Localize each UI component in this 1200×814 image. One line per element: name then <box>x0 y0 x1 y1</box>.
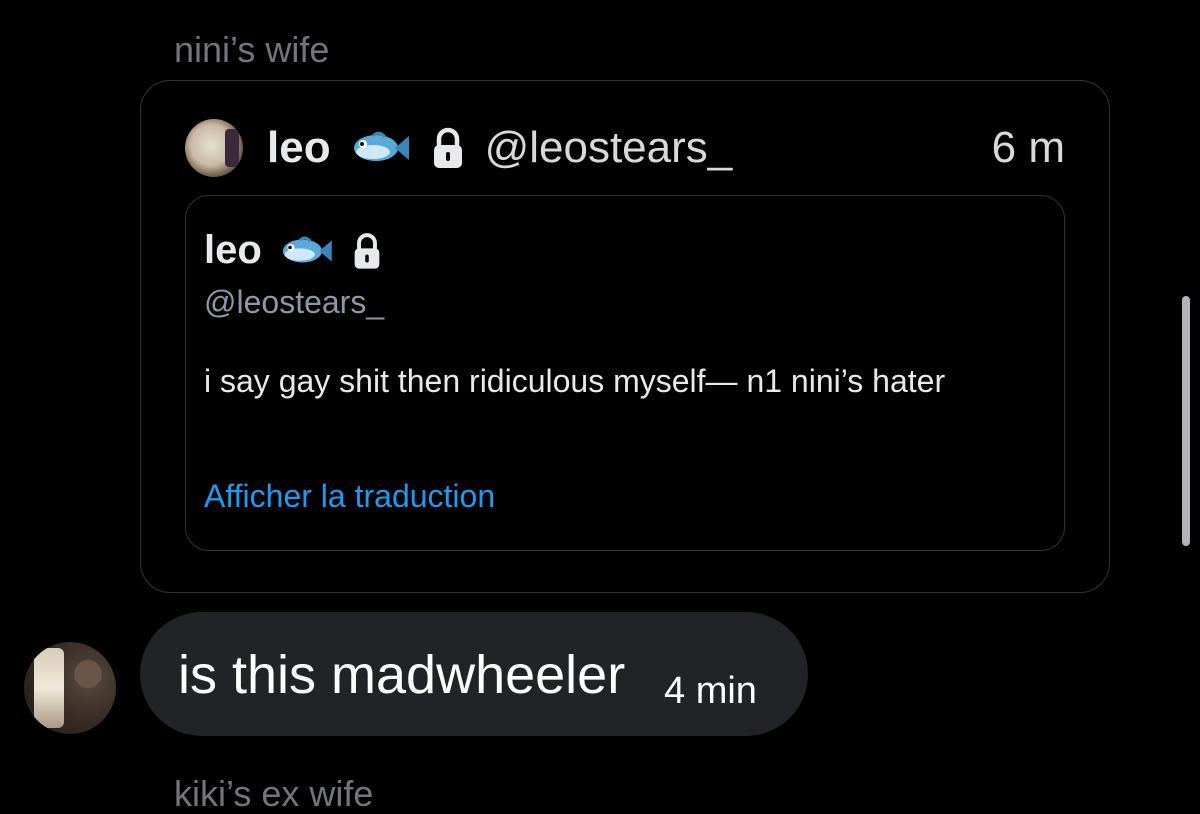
lock-icon <box>433 127 462 168</box>
quoted-post-header: leo @leostears_ 6 m <box>185 119 1065 177</box>
lock-icon <box>354 232 380 269</box>
inner-post-handle[interactable]: @leostears_ <box>204 284 384 321</box>
fish-icon <box>353 131 409 161</box>
inner-post-body: i say gay shit then ridiculous myself— n… <box>204 363 946 399</box>
inner-post-display-name[interactable]: leo <box>204 228 262 273</box>
message-bubble[interactable]: is this madwheeler 4 min <box>140 612 808 736</box>
sender-name-bottom: kiki’s ex wife <box>174 773 374 814</box>
inner-post-header: leo <box>204 228 382 273</box>
message-sender-avatar[interactable] <box>24 642 116 734</box>
message-time: 4 min <box>664 670 757 712</box>
translate-link[interactable]: Afficher la traduction <box>204 478 495 515</box>
sender-name-top: nini’s wife <box>174 29 330 70</box>
quoted-post-avatar[interactable] <box>185 119 243 177</box>
inner-quoted-post-card[interactable]: leo @leostears_ i say gay shit then ridi… <box>185 195 1065 551</box>
scrollbar[interactable] <box>1182 296 1190 546</box>
quoted-post-card[interactable]: leo @leostears_ 6 m leo @leostears_ i sa… <box>140 80 1110 593</box>
quoted-post-timestamp: 6 m <box>991 123 1065 172</box>
fish-icon <box>282 236 332 263</box>
quoted-post-display-name[interactable]: leo <box>267 123 331 173</box>
message-text: is this madwheeler <box>178 645 626 705</box>
quoted-post-handle[interactable]: @leostears_ <box>485 123 733 173</box>
